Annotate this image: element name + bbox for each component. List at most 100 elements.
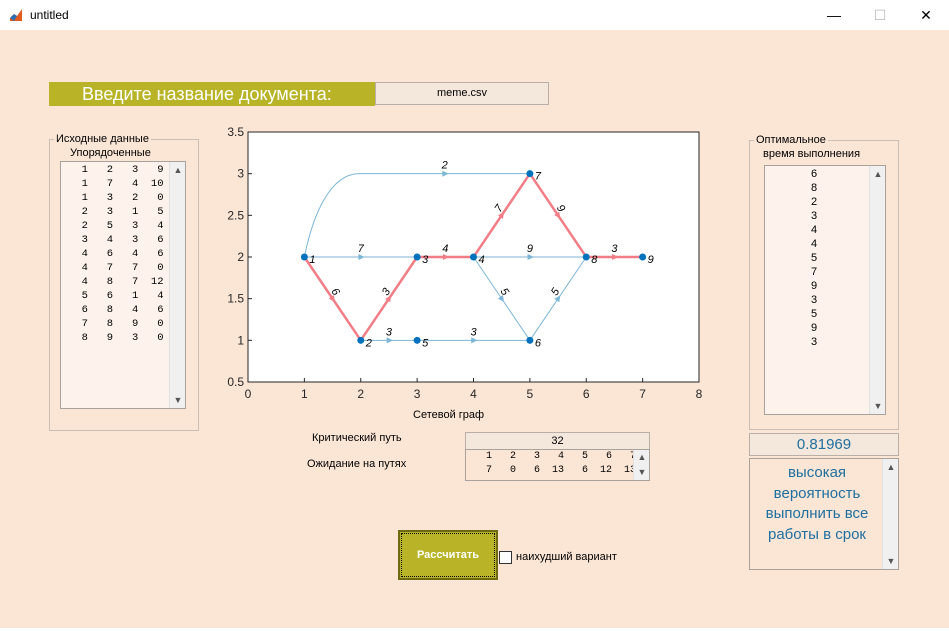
graph-caption: Сетевой граф xyxy=(413,409,485,421)
calculate-button[interactable]: Рассчитать xyxy=(398,530,498,580)
graph-node xyxy=(413,253,421,261)
x-tick-label: 0 xyxy=(245,387,252,401)
input-row: 4 7 7 0 xyxy=(69,262,164,274)
scrollbar[interactable]: ▲ ▼ xyxy=(169,162,185,408)
y-tick-label: 1.5 xyxy=(227,292,244,306)
edge-weight-label: 3 xyxy=(386,326,393,338)
input-row: 2 3 1 5 xyxy=(69,206,164,218)
matlab-icon xyxy=(8,7,24,23)
critical-path-label: Критический путь xyxy=(312,432,402,444)
optimal-panel-subtitle: время выполнения xyxy=(763,148,861,160)
graph-node xyxy=(526,336,534,344)
optimal-row: 3 xyxy=(811,210,818,222)
y-tick-label: 2 xyxy=(237,250,244,264)
node-label: 4 xyxy=(479,254,485,266)
scroll-down-icon[interactable]: ▼ xyxy=(870,398,885,414)
optimal-panel-title: Оптимальное xyxy=(754,134,828,146)
input-row: 1 7 4 10 xyxy=(69,178,164,190)
input-row: 3 4 3 6 xyxy=(69,234,164,246)
input-row: 7 8 9 0 xyxy=(69,318,164,330)
edge-weight-label: 9 xyxy=(527,243,533,255)
y-tick-label: 3.5 xyxy=(227,125,244,139)
input-row: 2 5 3 4 xyxy=(69,220,164,232)
worst-case-label: наихудший вариант xyxy=(516,551,617,563)
optimal-row: 8 xyxy=(811,182,818,194)
graph-node xyxy=(470,253,477,261)
input-panel-subtitle: Упорядоченные xyxy=(70,147,151,159)
scroll-up-icon[interactable]: ▲ xyxy=(870,166,885,182)
input-panel-title: Исходные данные xyxy=(54,133,151,145)
scrollbar[interactable]: ▲ ▼ xyxy=(869,166,885,414)
edge-weight-label: 3 xyxy=(611,243,618,255)
waiting-list[interactable]: 1 2 3 4 5 6 7 8 7 0 6 13 6 12 13 13 ▲ ▼ xyxy=(465,449,650,481)
y-tick-label: 0.5 xyxy=(227,375,244,389)
optimal-row: 9 xyxy=(811,280,818,292)
scroll-up-icon[interactable]: ▲ xyxy=(634,450,649,465)
close-button[interactable]: ✕ xyxy=(903,0,949,30)
edge-weight-label: 7 xyxy=(358,243,365,255)
filename-input[interactable]: meme.csv xyxy=(375,82,549,105)
waiting-row-2: 7 0 6 13 6 12 13 13 xyxy=(468,465,650,476)
verdict-text: высокая вероятность выполнить все работы… xyxy=(765,464,869,543)
input-row: 4 6 4 6 xyxy=(69,248,164,260)
minimize-button[interactable]: — xyxy=(811,0,857,30)
y-tick-label: 3 xyxy=(237,167,244,181)
edge-weight-label: 2 xyxy=(441,160,448,172)
optimal-row: 4 xyxy=(811,238,818,250)
title-bar: untitled — ☐ ✕ xyxy=(0,0,949,30)
node-label: 8 xyxy=(591,254,598,266)
graph-node xyxy=(526,170,534,178)
edge-weight-label: 3 xyxy=(470,326,477,338)
scroll-down-icon[interactable]: ▼ xyxy=(170,392,185,408)
optimal-row: 7 xyxy=(811,266,818,278)
optimal-time-list[interactable]: 6 8 2 3 4 4 5 7 9 3 5 9 3 ▲ ▼ xyxy=(764,165,886,415)
node-label: 1 xyxy=(309,254,315,266)
optimal-row: 6 xyxy=(811,168,818,180)
x-tick-label: 8 xyxy=(696,387,703,401)
node-label: 7 xyxy=(535,171,542,183)
graph-node xyxy=(639,253,647,261)
node-label: 2 xyxy=(365,337,372,349)
x-tick-label: 1 xyxy=(301,387,308,401)
probability-value[interactable]: 0.81969 xyxy=(749,433,899,456)
optimal-row: 4 xyxy=(811,224,818,236)
document-name-label: Введите название документа: xyxy=(49,82,375,106)
scrollbar[interactable]: ▲ ▼ xyxy=(633,450,649,480)
x-tick-label: 7 xyxy=(639,387,646,401)
optimal-row: 3 xyxy=(811,336,818,348)
graph-node xyxy=(300,253,308,261)
critical-path-value[interactable]: 32 xyxy=(465,432,650,450)
x-tick-label: 4 xyxy=(470,387,477,401)
input-row: 1 2 3 9 xyxy=(69,164,164,176)
optimal-row: 5 xyxy=(811,308,818,320)
graph-node xyxy=(413,336,421,344)
graph-node xyxy=(582,253,590,261)
network-graph: 0 1 2 3 4 5 6 7 80.511.522.533.5 6 347 93723 395 5 1… xyxy=(227,125,703,401)
maximize-button[interactable]: ☐ xyxy=(857,0,903,30)
node-label: 9 xyxy=(648,254,654,266)
input-row: 4 8 7 12 xyxy=(69,276,164,288)
optimal-row: 9 xyxy=(811,322,818,334)
optimal-row: 5 xyxy=(811,252,818,264)
node-label: 5 xyxy=(422,337,429,349)
scroll-up-icon[interactable]: ▲ xyxy=(170,162,185,178)
x-tick-label: 6 xyxy=(583,387,590,401)
worst-case-checkbox[interactable] xyxy=(499,551,512,564)
y-tick-label: 2.5 xyxy=(227,208,244,222)
node-label: 3 xyxy=(422,254,429,266)
node-label: 6 xyxy=(535,337,542,349)
x-tick-label: 2 xyxy=(357,387,364,401)
scrollbar[interactable]: ▲ ▼ xyxy=(882,459,898,569)
input-row: 6 8 4 6 xyxy=(69,304,164,316)
input-row: 8 9 3 0 xyxy=(69,332,164,344)
scroll-up-icon[interactable]: ▲ xyxy=(883,459,899,475)
edge-weight-label: 4 xyxy=(442,243,448,255)
x-tick-label: 3 xyxy=(414,387,421,401)
scroll-down-icon[interactable]: ▼ xyxy=(883,553,899,569)
waiting-label: Ожидание на путях xyxy=(307,458,407,470)
scroll-down-icon[interactable]: ▼ xyxy=(634,465,649,480)
verdict-box[interactable]: высокая вероятность выполнить все работы… xyxy=(749,458,899,570)
input-row: 1 3 2 0 xyxy=(69,192,164,204)
input-data-list[interactable]: 1 2 3 9 1 7 4 10 1 3 2 0 2 3 1 5 2 5 3 4… xyxy=(60,161,186,409)
window-title: untitled xyxy=(30,8,69,22)
